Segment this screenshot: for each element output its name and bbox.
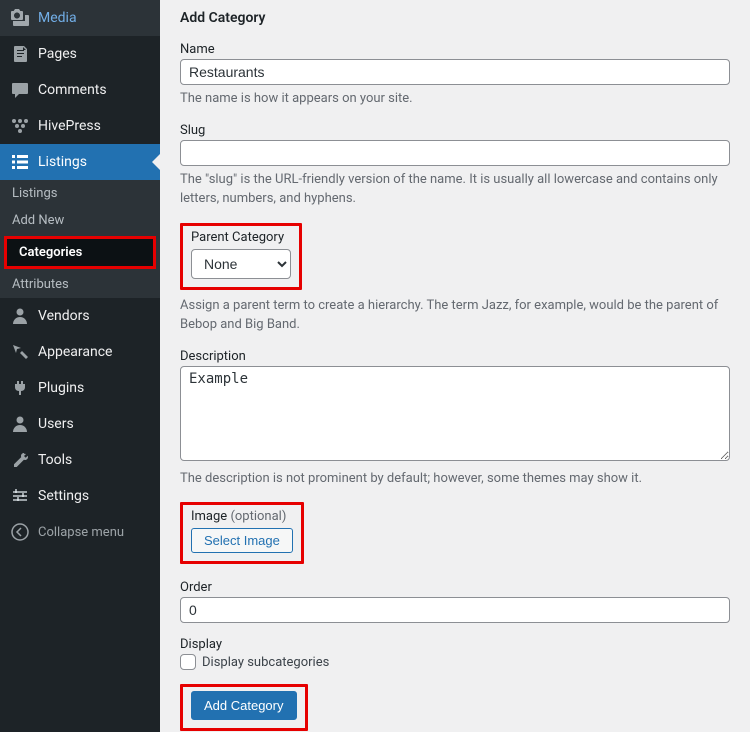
sidebar-item-label: Users	[38, 416, 74, 432]
add-category-button[interactable]: Add Category	[191, 691, 297, 720]
slug-input[interactable]	[180, 140, 730, 166]
field-parent: Parent Category None Assign a parent ter…	[180, 223, 730, 335]
field-display: Display Display subcategories	[180, 637, 730, 670]
comments-icon	[10, 80, 30, 100]
sidebar-item-appearance[interactable]: Appearance	[0, 334, 160, 370]
sidebar-item-label: Appearance	[38, 344, 112, 360]
settings-icon	[10, 486, 30, 506]
collapse-menu[interactable]: Collapse menu	[0, 514, 160, 550]
highlight-parent: Parent Category None	[180, 223, 302, 290]
sidebar-item-tools[interactable]: Tools	[0, 442, 160, 478]
field-image: Image (optional) Select Image	[180, 502, 730, 566]
slug-label: Slug	[180, 123, 730, 138]
users-icon	[10, 414, 30, 434]
plugins-icon	[10, 378, 30, 398]
collapse-label: Collapse menu	[38, 525, 124, 540]
media-icon	[10, 8, 30, 28]
sidebar-item-users[interactable]: Users	[0, 406, 160, 442]
sidebar-item-plugins[interactable]: Plugins	[0, 370, 160, 406]
field-order: Order	[180, 580, 730, 623]
sidebar-item-vendors[interactable]: Vendors	[0, 298, 160, 334]
sidebar-item-settings[interactable]: Settings	[0, 478, 160, 514]
sidebar-item-label: Pages	[38, 46, 77, 62]
display-checkbox-label: Display subcategories	[202, 655, 329, 670]
vendors-icon	[10, 306, 30, 326]
sidebar-item-label: Plugins	[38, 380, 84, 396]
name-input[interactable]	[180, 59, 730, 85]
description-label: Description	[180, 349, 730, 364]
image-label: Image (optional)	[191, 509, 293, 524]
submenu-listings[interactable]: Listings	[0, 180, 160, 207]
sidebar-item-label: Listings	[38, 154, 87, 170]
description-help: The description is not prominent by defa…	[180, 469, 730, 489]
collapse-icon	[10, 522, 30, 542]
sidebar-item-label: Comments	[38, 82, 107, 98]
parent-select[interactable]: None	[191, 249, 291, 279]
sidebar-item-pages[interactable]: Pages	[0, 36, 160, 72]
listings-icon	[10, 152, 30, 172]
tools-icon	[10, 450, 30, 470]
sidebar-item-label: HivePress	[38, 118, 101, 134]
parent-label: Parent Category	[191, 230, 291, 245]
main-content: Add Category Name The name is how it app…	[160, 0, 750, 732]
sidebar-item-label: Settings	[38, 488, 89, 504]
page-title: Add Category	[180, 10, 730, 26]
sidebar-item-media[interactable]: Media	[0, 0, 160, 36]
slug-help: The "slug" is the URL-friendly version o…	[180, 170, 730, 209]
field-name: Name The name is how it appears on your …	[180, 42, 730, 109]
order-label: Order	[180, 580, 730, 595]
description-input[interactable]: Example	[180, 366, 730, 461]
sidebar-item-label: Media	[38, 10, 77, 26]
hivepress-icon	[10, 116, 30, 136]
highlight-image: Image (optional) Select Image	[180, 502, 304, 564]
field-description: Description Example The description is n…	[180, 349, 730, 489]
admin-sidebar: Media Pages Comments HivePress Listings …	[0, 0, 160, 732]
sidebar-item-listings[interactable]: Listings	[0, 144, 160, 180]
highlight-categories: Categories	[4, 236, 156, 269]
display-label: Display	[180, 637, 730, 652]
sidebar-item-comments[interactable]: Comments	[0, 72, 160, 108]
submenu-add-new[interactable]: Add New	[0, 207, 160, 234]
appearance-icon	[10, 342, 30, 362]
submenu-categories[interactable]: Categories	[7, 239, 153, 266]
parent-help: Assign a parent term to create a hierarc…	[180, 296, 730, 335]
display-subcategories-checkbox[interactable]	[180, 654, 196, 670]
field-slug: Slug The "slug" is the URL-friendly vers…	[180, 123, 730, 209]
highlight-submit: Add Category	[180, 684, 308, 731]
order-input[interactable]	[180, 597, 730, 623]
name-label: Name	[180, 42, 730, 57]
pages-icon	[10, 44, 30, 64]
submenu-attributes[interactable]: Attributes	[0, 271, 160, 298]
select-image-button[interactable]: Select Image	[191, 528, 293, 553]
sidebar-item-label: Tools	[38, 452, 72, 468]
sidebar-item-hivepress[interactable]: HivePress	[0, 108, 160, 144]
listings-submenu: Listings Add New Categories Attributes	[0, 180, 160, 298]
name-help: The name is how it appears on your site.	[180, 89, 730, 109]
sidebar-item-label: Vendors	[38, 308, 90, 324]
